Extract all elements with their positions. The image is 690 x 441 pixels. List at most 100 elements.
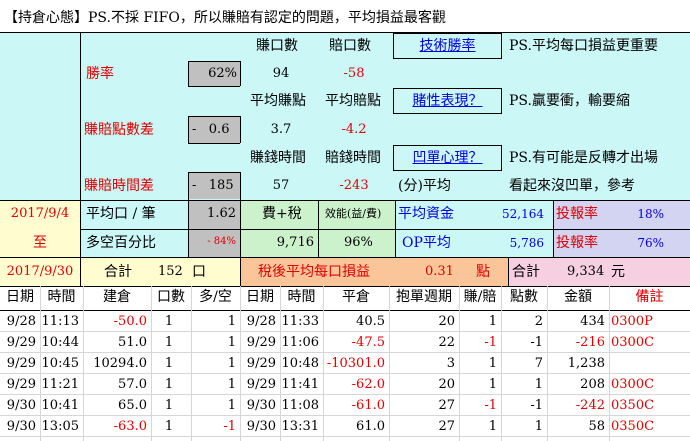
- cell-period: 3: [446, 356, 455, 371]
- cell-d2: 9/30: [246, 398, 276, 413]
- column-header[interactable]: 賺/賠: [459, 290, 501, 304]
- cell-wl: -1: [484, 335, 497, 350]
- grand-total-label: 合計: [512, 264, 540, 280]
- cell-d2: 9/28: [246, 314, 276, 329]
- grid-line: [80, 32, 81, 200]
- loss-count-label: 賠口數: [329, 38, 371, 54]
- loss-time-label: 賠錢時間: [325, 150, 381, 166]
- column-header[interactable]: 日期: [240, 290, 280, 304]
- cell-wl: 1: [488, 314, 497, 329]
- cell-d2: 9/29: [246, 356, 276, 371]
- cell-d1: 9/29: [6, 356, 36, 371]
- cell-amt: -242: [575, 398, 605, 413]
- column-header[interactable]: 金額: [547, 290, 609, 304]
- cell-close: -61.0: [351, 398, 385, 413]
- avg-loss-label: 平均賠點: [325, 93, 381, 109]
- column-header[interactable]: 平倉: [323, 290, 389, 304]
- column-header[interactable]: 多/空: [191, 290, 240, 304]
- avg-win-label: 平均賺點: [250, 93, 306, 109]
- win-count-value: 94: [272, 66, 290, 81]
- cell-period: 20: [438, 314, 455, 329]
- note-avg-per-lot: PS.平均每口損益更重要: [509, 38, 658, 54]
- cell-t2: 11:41: [281, 377, 319, 392]
- column-header[interactable]: 點數: [501, 290, 547, 304]
- grid-line: [240, 116, 241, 143]
- grid-line: [188, 143, 240, 144]
- column-header[interactable]: 時間: [40, 290, 83, 304]
- cell-note: 0350C: [611, 419, 655, 434]
- time-diff-value: - 185: [192, 178, 234, 193]
- cell-d2: 9/29: [246, 377, 276, 392]
- cell-note: 0300C: [611, 335, 655, 350]
- point-diff-label: 賺賠點數差: [84, 122, 154, 138]
- points-unit: 點: [476, 264, 490, 280]
- cell-t1: 11:21: [41, 377, 79, 392]
- cell-d2: 9/30: [246, 419, 276, 434]
- cell-close: -62.0: [351, 377, 385, 392]
- cell-t1: 10:45: [41, 356, 79, 371]
- grid-line: [80, 229, 690, 230]
- cell-period: 20: [438, 377, 455, 392]
- op-avg-label: OP平均: [402, 235, 451, 251]
- cell-qty: 1: [164, 356, 174, 371]
- grid-line: [0, 331, 690, 332]
- efficiency-label: 效能(益/費): [325, 207, 382, 220]
- cell-open: 65.0: [118, 398, 147, 413]
- cell-d1: 9/30: [6, 398, 36, 413]
- cell-pts: 7: [534, 356, 543, 371]
- upper-panel-bg: [0, 32, 690, 200]
- grid-line: [188, 116, 240, 117]
- cell-wl: 1: [488, 419, 497, 434]
- grid-line: [188, 116, 189, 143]
- column-header[interactable]: 時間: [280, 290, 323, 304]
- column-header[interactable]: 備註: [609, 290, 690, 304]
- grid-line: [0, 436, 690, 437]
- cell-t1: 10:41: [41, 398, 79, 413]
- cell-ls: 1: [227, 356, 236, 371]
- grid-line: [188, 200, 189, 257]
- grid-line: [609, 286, 610, 441]
- avg-win-value: 3.7: [270, 122, 292, 137]
- column-header[interactable]: 抱單週期: [389, 290, 459, 304]
- date-to-label: 至: [33, 235, 47, 251]
- cell-t2: 13:31: [281, 419, 319, 434]
- column-header[interactable]: 口數: [151, 290, 191, 304]
- cell-close: 40.5: [356, 314, 385, 329]
- cell-close: 61.0: [356, 419, 385, 434]
- grid-line: [553, 200, 554, 257]
- gambling-link[interactable]: 賭性表現？: [393, 94, 502, 108]
- note-no-dip: 看起來沒凹單，參考: [509, 178, 635, 194]
- cell-qty: 1: [164, 314, 174, 329]
- grid-line: [240, 172, 241, 200]
- grid-line: [240, 61, 241, 86]
- column-header[interactable]: 建倉: [83, 290, 151, 304]
- cell-period: 22: [438, 335, 455, 350]
- grid-line: [0, 352, 690, 353]
- date-to: 2017/9/30: [6, 264, 74, 279]
- cell-open: 51.0: [118, 335, 147, 350]
- cell-note: 0350C: [611, 398, 655, 413]
- dip-psychology-link[interactable]: 凹單心理？: [393, 151, 502, 165]
- page-title: 【持倉心態】PS.不採 FIFO，所以賺賠有認定的問題，平均損益最客觀: [4, 10, 446, 26]
- tech-win-rate-link[interactable]: 技術勝率: [393, 39, 502, 53]
- note-reversal: PS.有可能是反轉才出場: [509, 150, 658, 166]
- cell-open: -50.0: [113, 314, 147, 329]
- win-rate-value: 62%: [208, 66, 237, 81]
- cell-pts: 1: [534, 419, 543, 434]
- avg-per-trade-label: 平均口 / 筆: [86, 206, 156, 222]
- point-diff-value: - 0.6: [192, 122, 230, 137]
- cell-qty: 1: [164, 335, 174, 350]
- avg-per-trade-value: 1.62: [207, 206, 236, 221]
- roi-label-2: 投報率: [556, 235, 598, 251]
- total-label: 合計: [104, 264, 132, 280]
- grid-line: [188, 86, 240, 87]
- grid-line: [80, 200, 81, 286]
- after-tax-value: 0.31: [425, 264, 454, 279]
- grid-line: [188, 172, 240, 173]
- cell-wl: 1: [488, 356, 497, 371]
- op-avg-value: 5,786: [509, 236, 544, 250]
- column-header[interactable]: 日期: [0, 290, 40, 304]
- cell-ls: -1: [223, 419, 236, 434]
- roi-value-1: 18%: [637, 207, 664, 221]
- cell-t2: 10:48: [281, 356, 319, 371]
